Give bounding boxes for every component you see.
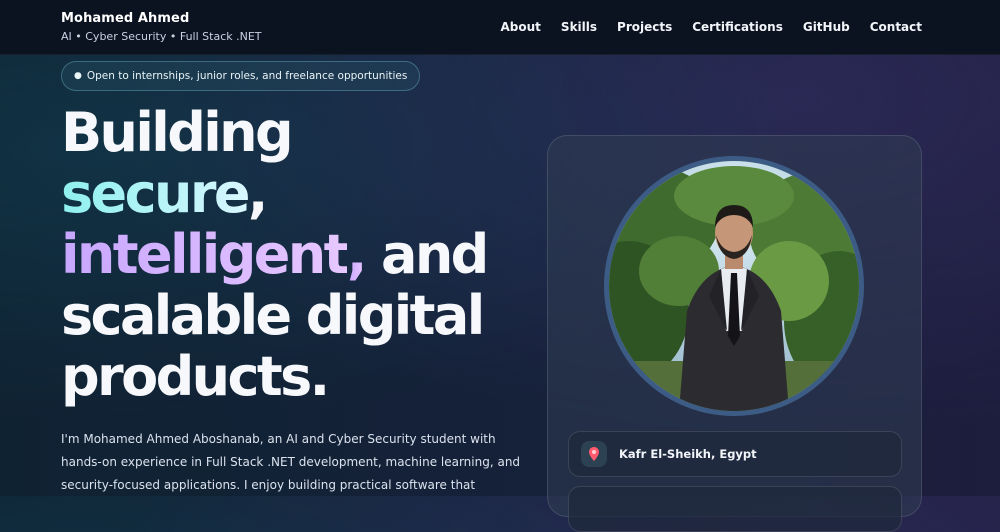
availability-badge: ● Open to internships, junior roles, and… xyxy=(61,61,421,91)
profile-photo xyxy=(604,156,864,416)
portrait-illustration xyxy=(609,161,859,411)
hero-line-2: secure, xyxy=(61,163,531,224)
hero-line-4: scalable digital xyxy=(61,284,485,347)
main-nav: About Skills Projects Certifications Git… xyxy=(501,20,922,34)
nav-github[interactable]: GitHub xyxy=(803,20,850,34)
profile-info-row-2 xyxy=(568,486,902,532)
status-dot-icon: ● xyxy=(74,71,82,81)
top-navbar: Mohamed Ahmed AI • Cyber Security • Full… xyxy=(0,0,1000,55)
nav-skills[interactable]: Skills xyxy=(561,20,597,34)
availability-text: Open to internships, junior roles, and f… xyxy=(86,70,408,82)
hero-heading: Building secure, intelligent, and scalab… xyxy=(61,102,531,407)
location-text: Kafr El-Sheikh, Egypt xyxy=(619,447,757,461)
intro-paragraph: I'm Mohamed Ahmed Aboshanab, an AI and C… xyxy=(61,432,521,492)
hero-comma-2: , xyxy=(346,223,368,286)
profile-card: Kafr El-Sheikh, Egypt xyxy=(547,135,922,532)
hero-line-5: products. xyxy=(61,345,330,408)
brand[interactable]: Mohamed Ahmed AI • Cyber Security • Full… xyxy=(61,11,262,43)
nav-about[interactable]: About xyxy=(501,20,541,34)
nav-projects[interactable]: Projects xyxy=(617,20,672,34)
hero-comma-1: , xyxy=(247,162,269,225)
nav-contact[interactable]: Contact xyxy=(870,20,922,34)
hero-line-1: Building xyxy=(61,101,294,164)
map-pin-icon xyxy=(581,441,607,467)
hero-word-and: and xyxy=(364,223,489,286)
hero-line-3: intelligent, and xyxy=(61,224,531,285)
brand-tagline: AI • Cyber Security • Full Stack .NET xyxy=(61,30,262,43)
hero-word-intelligent: intelligent xyxy=(61,223,349,286)
nav-certifications[interactable]: Certifications xyxy=(692,20,783,34)
hero-word-secure: secure xyxy=(61,162,250,225)
brand-name: Mohamed Ahmed xyxy=(61,11,190,26)
location-row: Kafr El-Sheikh, Egypt xyxy=(568,431,902,477)
